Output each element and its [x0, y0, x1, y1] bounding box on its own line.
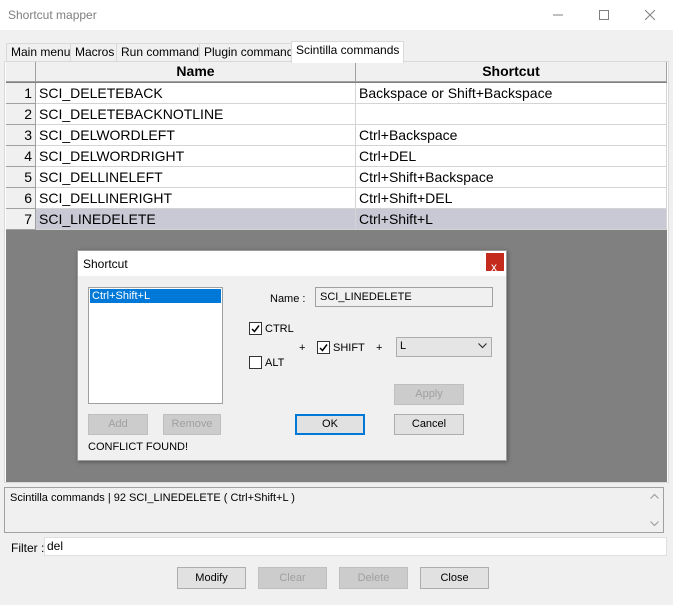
- checkmark-icon: [251, 325, 260, 333]
- name-field[interactable]: SCI_LINEDELETE: [315, 287, 493, 307]
- minimize-button[interactable]: [535, 0, 581, 30]
- maximize-icon: [599, 10, 609, 20]
- command-name-cell[interactable]: SCI_DELETEBACKNOTLINE: [36, 104, 356, 125]
- key-dropdown-value: L: [400, 340, 407, 352]
- status-text: Scintilla commands | 92 SCI_LINEDELETE (…: [10, 492, 295, 504]
- ctrl-checkbox[interactable]: [249, 322, 262, 335]
- window-title: Shortcut mapper: [8, 8, 97, 22]
- chevron-up-icon: [650, 493, 659, 499]
- table-row[interactable]: 6 SCI_DELLINERIGHT Ctrl+Shift+DEL: [6, 188, 667, 209]
- close-window-button[interactable]: [627, 0, 673, 30]
- shortcut-cell[interactable]: Ctrl+Shift+L: [356, 209, 667, 230]
- column-header-name[interactable]: Name: [36, 62, 356, 82]
- cancel-button[interactable]: Cancel: [394, 414, 464, 435]
- checkmark-icon: [319, 344, 328, 352]
- dialog-title: Shortcut: [83, 257, 128, 271]
- remove-button[interactable]: Remove: [163, 414, 221, 435]
- shortcut-cell[interactable]: Ctrl+DEL: [356, 146, 667, 167]
- tab-macros[interactable]: Macros: [70, 43, 120, 62]
- table-row[interactable]: 2 SCI_DELETEBACKNOTLINE: [6, 104, 667, 125]
- table-row-selected[interactable]: 7 SCI_LINEDELETE Ctrl+Shift+L: [6, 209, 667, 230]
- shortcut-dialog: Shortcut x Ctrl+Shift+L Add Remove CONFL…: [77, 250, 507, 461]
- ctrl-label: CTRL: [265, 323, 294, 335]
- row-number: 7: [6, 209, 36, 230]
- row-number: 2: [6, 104, 36, 125]
- column-header-shortcut[interactable]: Shortcut: [356, 62, 667, 82]
- shortcut-cell[interactable]: Ctrl+Shift+Backspace: [356, 167, 667, 188]
- list-item[interactable]: Ctrl+Shift+L: [90, 289, 221, 303]
- delete-button[interactable]: Delete: [339, 567, 408, 589]
- shortcut-cell[interactable]: Ctrl+Shift+DEL: [356, 188, 667, 209]
- add-button[interactable]: Add: [88, 414, 148, 435]
- maximize-button[interactable]: [581, 0, 627, 30]
- command-name-cell[interactable]: SCI_DELLINELEFT: [36, 167, 356, 188]
- tab-main-menu[interactable]: Main menu: [6, 43, 76, 62]
- apply-button[interactable]: Apply: [394, 384, 464, 405]
- shift-label: SHIFT: [333, 342, 365, 354]
- chevron-down-icon: [478, 343, 487, 349]
- row-number: 3: [6, 125, 36, 146]
- alt-checkbox[interactable]: [249, 356, 262, 369]
- shortcut-cell[interactable]: Ctrl+Backspace: [356, 125, 667, 146]
- row-number: 5: [6, 167, 36, 188]
- modify-button[interactable]: Modify: [177, 567, 246, 589]
- close-icon: [645, 10, 655, 20]
- alt-label: ALT: [265, 357, 285, 369]
- tab-run-commands[interactable]: Run commands: [116, 43, 211, 62]
- info-box: Scintilla commands | 92 SCI_LINEDELETE (…: [4, 487, 664, 533]
- key-dropdown[interactable]: L: [396, 337, 492, 357]
- shift-checkbox[interactable]: [317, 341, 330, 354]
- command-name-cell[interactable]: SCI_DELLINERIGHT: [36, 188, 356, 209]
- tab-plugin-commands[interactable]: Plugin commands: [199, 43, 305, 62]
- close-button[interactable]: Close: [420, 567, 489, 589]
- table-row[interactable]: 4 SCI_DELWORDRIGHT Ctrl+DEL: [6, 146, 667, 167]
- filter-input[interactable]: del: [44, 537, 667, 556]
- filter-label: Filter :: [11, 541, 45, 555]
- info-scrollbar[interactable]: [646, 488, 663, 532]
- conflict-message: CONFLICT FOUND!: [88, 441, 189, 453]
- dialog-title-bar: Shortcut x: [78, 251, 506, 276]
- plus-sign: +: [376, 342, 383, 354]
- row-number: 4: [6, 146, 36, 167]
- command-name-cell[interactable]: SCI_DELWORDLEFT: [36, 125, 356, 146]
- table-row[interactable]: 3 SCI_DELWORDLEFT Ctrl+Backspace: [6, 125, 667, 146]
- minimize-icon: [553, 14, 563, 16]
- chevron-down-icon: [650, 521, 659, 527]
- command-name-cell[interactable]: SCI_LINEDELETE: [36, 209, 356, 230]
- table-row[interactable]: 1 SCI_DELETEBACK Backspace or Shift+Back…: [6, 83, 667, 104]
- row-number: 1: [6, 83, 36, 104]
- name-label: Name :: [270, 293, 306, 305]
- command-name-cell[interactable]: SCI_DELETEBACK: [36, 83, 356, 104]
- row-number: 6: [6, 188, 36, 209]
- plus-sign: +: [299, 342, 306, 354]
- shortcut-cell[interactable]: Backspace or Shift+Backspace: [356, 83, 667, 104]
- shortcut-list[interactable]: Ctrl+Shift+L: [88, 287, 223, 404]
- table-row[interactable]: 5 SCI_DELLINELEFT Ctrl+Shift+Backspace: [6, 167, 667, 188]
- clear-button[interactable]: Clear: [258, 567, 327, 589]
- shortcut-cell[interactable]: [356, 104, 667, 125]
- command-name-cell[interactable]: SCI_DELWORDRIGHT: [36, 146, 356, 167]
- grid-corner-header: [6, 62, 36, 82]
- ok-button[interactable]: OK: [295, 414, 365, 435]
- title-bar: Shortcut mapper: [0, 0, 673, 30]
- dialog-close-button[interactable]: x: [486, 253, 504, 274]
- tab-scintilla-commands[interactable]: Scintilla commands: [291, 41, 405, 63]
- close-icon: x: [491, 260, 497, 274]
